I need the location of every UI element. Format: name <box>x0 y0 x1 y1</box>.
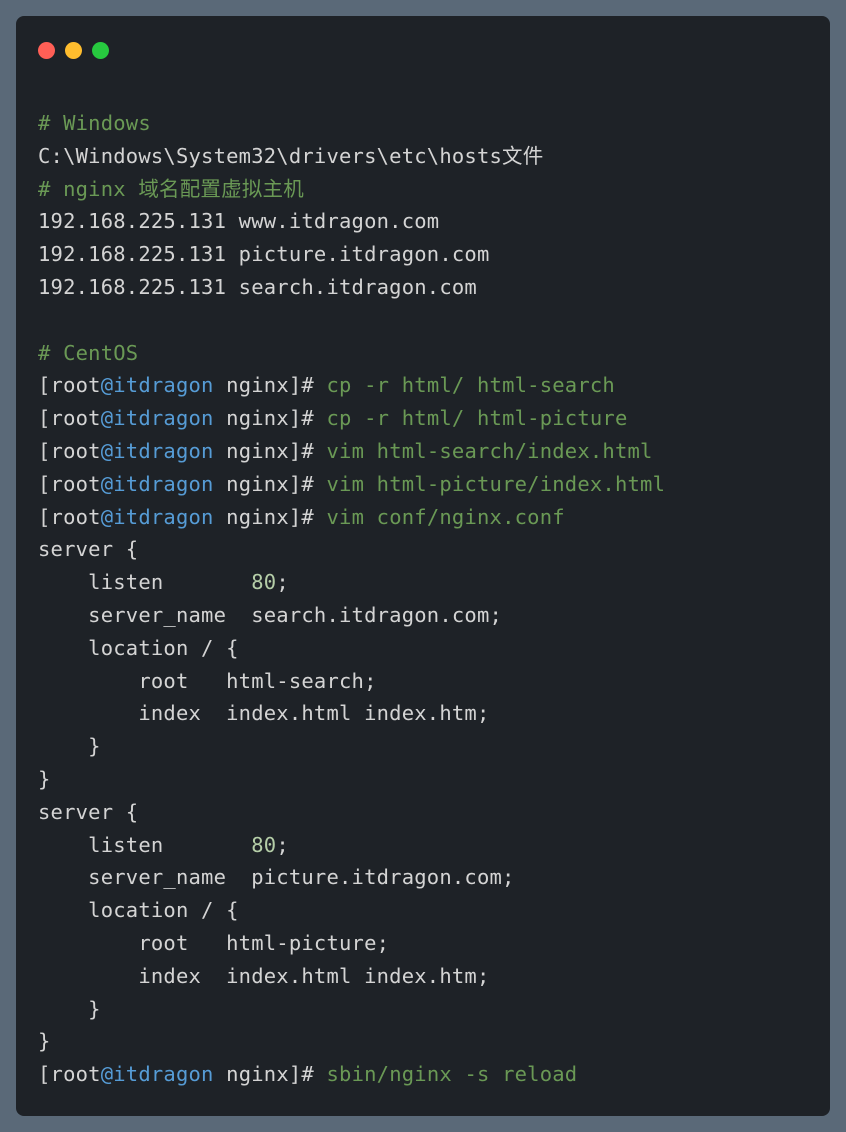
config-line: server { <box>38 800 138 824</box>
config-line: server { <box>38 537 138 561</box>
config-line: index index.html index.htm; <box>38 964 490 988</box>
config-line: listen 80; <box>38 833 289 857</box>
command-vim-conf: vim conf/nginx.conf <box>314 505 565 529</box>
config-line: location / { <box>38 636 239 660</box>
prompt-line-2: [root@itdragon nginx]# cp -r html/ html-… <box>38 406 628 430</box>
prompt-line-1: [root@itdragon nginx]# cp -r html/ html-… <box>38 373 615 397</box>
config-line: } <box>38 734 101 758</box>
prompt-line-5: [root@itdragon nginx]# vim conf/nginx.co… <box>38 505 565 529</box>
minimize-icon[interactable] <box>65 42 82 59</box>
host-entry-1: 192.168.225.131 www.itdragon.com <box>38 209 439 233</box>
terminal-content: # Windows C:\Windows\System32\drivers\et… <box>38 107 808 1091</box>
host-entry-3: 192.168.225.131 search.itdragon.com <box>38 275 477 299</box>
prompt-line-6: [root@itdragon nginx]# sbin/nginx -s rel… <box>38 1062 577 1086</box>
close-icon[interactable] <box>38 42 55 59</box>
config-line: } <box>38 997 101 1021</box>
command-cp-search: cp -r html/ html-search <box>314 373 615 397</box>
config-line: root html-search; <box>38 669 377 693</box>
command-vim-picture: vim html-picture/index.html <box>314 472 665 496</box>
config-line: server_name search.itdragon.com; <box>38 603 502 627</box>
comment-centos: # CentOS <box>38 341 138 365</box>
comment-windows: # Windows <box>38 111 151 135</box>
command-vim-search: vim html-search/index.html <box>314 439 653 463</box>
maximize-icon[interactable] <box>92 42 109 59</box>
config-line: } <box>38 767 51 791</box>
window-controls <box>38 42 808 59</box>
host-entry-2: 192.168.225.131 picture.itdragon.com <box>38 242 490 266</box>
config-line: } <box>38 1029 51 1053</box>
config-line: server_name picture.itdragon.com; <box>38 865 515 889</box>
hosts-path: C:\Windows\System32\drivers\etc\hosts文件 <box>38 144 543 168</box>
command-cp-picture: cp -r html/ html-picture <box>314 406 628 430</box>
prompt-line-4: [root@itdragon nginx]# vim html-picture/… <box>38 472 665 496</box>
command-nginx-reload: sbin/nginx -s reload <box>314 1062 577 1086</box>
comment-nginx: # nginx 域名配置虚拟主机 <box>38 177 304 201</box>
config-line: location / { <box>38 898 239 922</box>
config-line: listen 80; <box>38 570 289 594</box>
config-line: root html-picture; <box>38 931 389 955</box>
config-line: index index.html index.htm; <box>38 701 490 725</box>
prompt-line-3: [root@itdragon nginx]# vim html-search/i… <box>38 439 653 463</box>
terminal-window: # Windows C:\Windows\System32\drivers\et… <box>16 16 830 1116</box>
